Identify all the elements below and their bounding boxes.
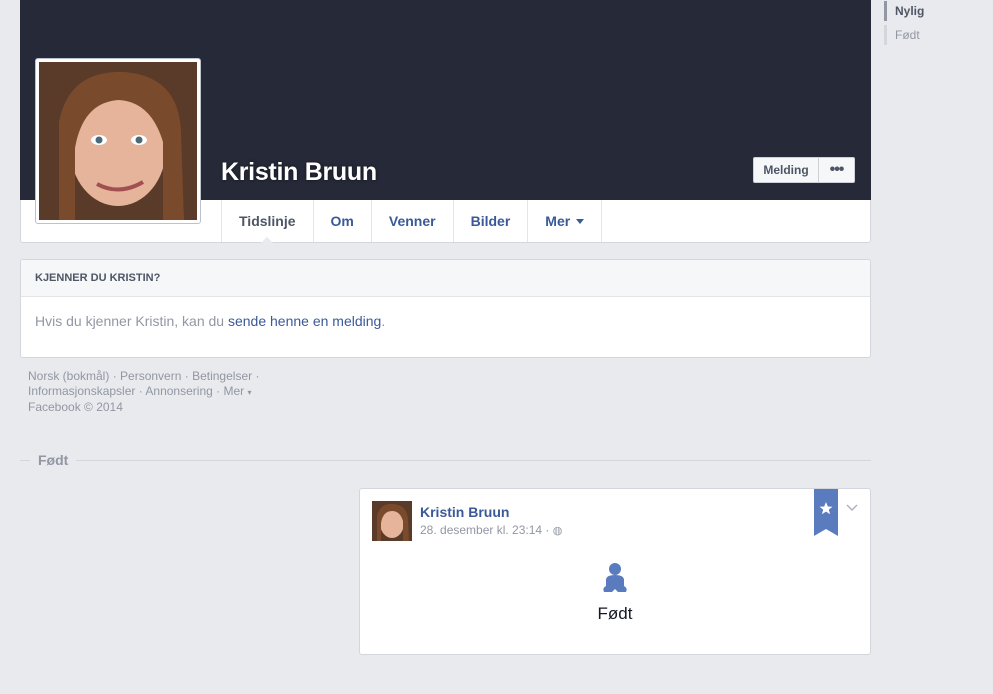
footer-link-cookies[interactable]: Informasjonskapsler [28,384,135,398]
tab-photos[interactable]: Bilder [454,200,529,242]
world-icon: ◍ [552,525,563,537]
timestamp-text: 28. desember kl. 23:14 · [420,523,550,537]
year-nav-born[interactable]: Født [884,25,920,45]
profile-tabs: Tidslinje Om Venner Bilder Mer [221,200,603,243]
profile-photo [39,62,197,220]
tab-label: Om [330,213,354,229]
year-nav-recent[interactable]: Nylig [884,1,924,21]
post-author[interactable]: Kristin Bruun [420,504,509,520]
profile-picture[interactable] [35,58,201,224]
section-label: Født [30,452,77,468]
footer-link-more[interactable]: Mer [223,384,244,398]
star-ribbon-icon[interactable] [814,489,838,536]
footer-copyright: Facebook © 2014 [28,400,123,414]
caret-down-icon [576,218,585,224]
life-event-post: Kristin Bruun 28. desember kl. 23:14 · ◍… [359,488,871,655]
profile-name[interactable]: Kristin Bruun [221,158,377,187]
profile-actions: Melding ••• [753,157,855,183]
post-avatar[interactable] [372,501,412,541]
know-box-text: Hvis du kjenner Kristin, kan du sende he… [21,297,870,345]
tab-friends[interactable]: Venner [372,200,454,242]
chevron-down-icon[interactable] [846,501,858,515]
caret-down-icon: ▾ [247,388,252,397]
tab-label: Bilder [470,213,511,229]
message-button[interactable]: Melding [753,157,819,183]
life-event-title: Født [597,604,633,623]
know-text-end: . [381,313,386,329]
know-text: Hvis du kjenner Kristin, kan du [35,313,228,329]
post-timestamp[interactable]: 28. desember kl. 23:14 · ◍ [420,523,562,537]
baby-icon [602,562,628,594]
section-divider [20,460,871,461]
know-box-title: KJENNER DU KRISTIN? [21,260,870,297]
tab-about[interactable]: Om [314,200,372,242]
footer-link-privacy[interactable]: Personvern [120,369,181,383]
tab-label: Mer [545,213,571,229]
footer: Norsk (bokmål) · Personvern · Betingelse… [28,369,260,414]
tab-label: Venner [388,213,436,229]
know-person-box: KJENNER DU KRISTIN? Hvis du kjenner Kris… [20,259,871,358]
tab-timeline[interactable]: Tidslinje [222,200,314,243]
footer-link-advertising[interactable]: Annonsering [145,384,212,398]
footer-link-terms[interactable]: Betingelser [192,369,252,383]
tab-label: Tidslinje [239,213,296,229]
tab-more[interactable]: Mer [528,200,603,242]
more-options-button[interactable]: ••• [819,157,855,183]
footer-link-language[interactable]: Norsk (bokmål) [28,369,109,383]
send-message-link[interactable]: sende henne en melding [228,313,381,329]
